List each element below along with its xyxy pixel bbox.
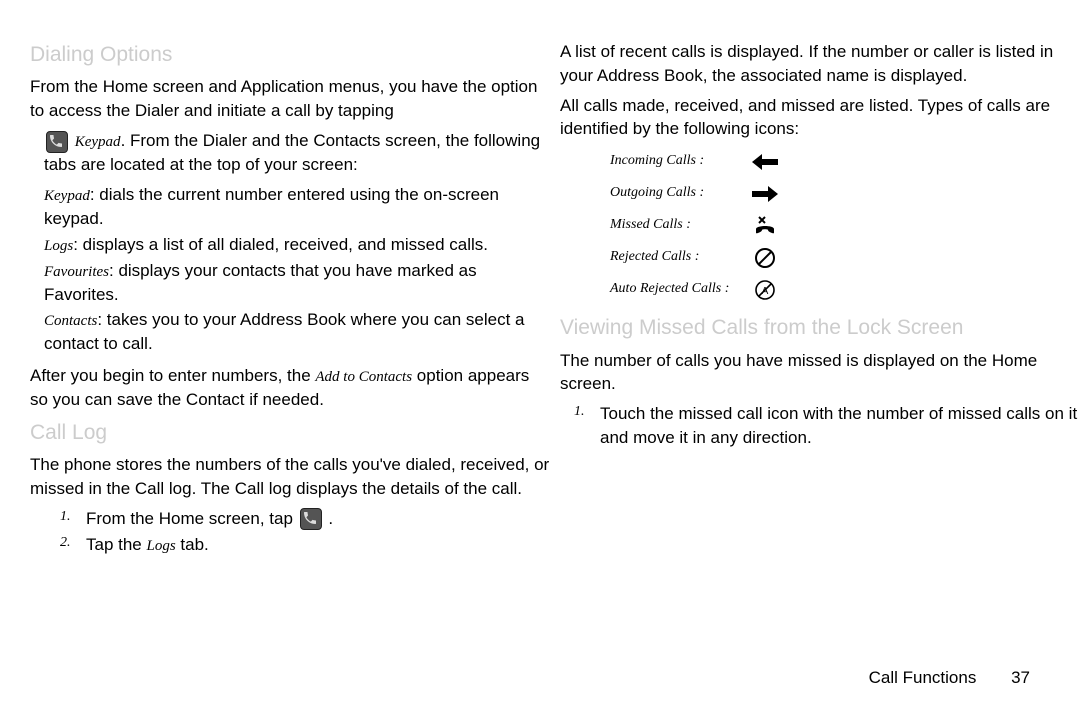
label-missed: Missed Calls : — [610, 215, 750, 235]
heading-dialing-options: Dialing Options — [30, 40, 550, 69]
label-rejected: Rejected Calls : — [610, 247, 750, 267]
left-column: Dialing Options From the Home screen and… — [30, 40, 560, 559]
row-incoming: Incoming Calls : — [610, 147, 1080, 175]
tabs-keypad: Keypad: dials the current number entered… — [44, 183, 550, 231]
keypad-label-inline: Keypad — [75, 134, 121, 150]
step-2b: tab. — [176, 535, 209, 554]
step-1a: From the Home screen, tap — [86, 509, 298, 528]
label-auto-rejected: Auto Rejected Calls : — [610, 279, 750, 299]
tabs-contacts: Contacts: takes you to your Address Book… — [44, 308, 550, 356]
right-step-1-body: Touch the missed call icon with the numb… — [600, 402, 1080, 450]
keypad-line: Keypad. From the Dialer and the Contacts… — [44, 129, 550, 177]
call-log-para: The phone stores the numbers of the call… — [30, 453, 550, 501]
add-to-contacts-label: Add to Contacts — [315, 369, 412, 385]
step-1-body: From the Home screen, tap . — [86, 507, 550, 531]
call-type-icon-list: Incoming Calls : Outgoing Calls : Missed… — [610, 147, 1080, 303]
step-1-num: 1. — [60, 507, 86, 531]
step-1b: . — [328, 509, 333, 528]
row-outgoing: Outgoing Calls : — [610, 179, 1080, 207]
row-missed: Missed Calls : — [610, 211, 1080, 239]
tabs-fav: Favourites: displays your contacts that … — [44, 259, 550, 307]
add-contacts-para: After you begin to enter numbers, the Ad… — [30, 364, 550, 412]
tab-fav-label: Favourites — [44, 264, 109, 280]
tab-logs-desc: : displays a list of all dialed, receive… — [73, 235, 488, 254]
intro-para: From the Home screen and Application men… — [30, 75, 550, 123]
phone-icon — [46, 131, 68, 153]
tabs-logs: Logs: displays a list of all dialed, rec… — [44, 233, 550, 257]
row-auto-rejected: Auto Rejected Calls : A — [610, 275, 1080, 303]
no-entry-icon — [750, 245, 780, 269]
right-step-1: 1. Touch the missed call icon with the n… — [574, 402, 1080, 450]
intro-text: From the Home screen and Application men… — [30, 77, 537, 120]
row-rejected: Rejected Calls : — [610, 243, 1080, 271]
tab-keypad-desc: : dials the current number entered using… — [44, 185, 499, 228]
step-2: 2. Tap the Logs tab. — [60, 533, 550, 557]
step-2-body: Tap the Logs tab. — [86, 533, 550, 557]
step-2-logs: Logs — [147, 538, 176, 554]
tab-fav-desc: : displays your contacts that you have m… — [44, 261, 477, 304]
recent-calls-para: A list of recent calls is displayed. If … — [560, 40, 1080, 88]
step-1: 1. From the Home screen, tap . — [60, 507, 550, 531]
missed-phone-icon — [750, 213, 780, 237]
missed-home-para: The number of calls you have missed is d… — [560, 349, 1080, 397]
footer-page-number: 37 — [1011, 668, 1030, 687]
step-2-num: 2. — [60, 533, 86, 557]
heading-call-log: Call Log — [30, 418, 550, 447]
all-calls-para: All calls made, received, and missed are… — [560, 94, 1080, 142]
right-step-1-num: 1. — [574, 402, 600, 450]
page-footer: Call Functions 37 — [869, 666, 1030, 690]
tab-logs-label: Logs — [44, 238, 73, 254]
heading-viewing-missed: Viewing Missed Calls from the Lock Scree… — [560, 313, 1080, 342]
no-entry-a-icon: A — [750, 277, 780, 301]
arrow-left-icon — [750, 149, 780, 173]
phone-icon — [300, 508, 322, 530]
manual-page: Dialing Options From the Home screen and… — [0, 0, 1080, 720]
label-outgoing: Outgoing Calls : — [610, 183, 750, 203]
right-column: A list of recent calls is displayed. If … — [560, 40, 1080, 559]
tab-contacts-label: Contacts — [44, 313, 97, 329]
arrow-right-icon — [750, 181, 780, 205]
footer-section: Call Functions — [869, 668, 977, 687]
label-incoming: Incoming Calls : — [610, 151, 750, 171]
tab-keypad-label: Keypad — [44, 188, 90, 204]
tab-contacts-desc: : takes you to your Address Book where y… — [44, 310, 524, 353]
step-2a: Tap the — [86, 535, 147, 554]
svg-text:A: A — [762, 286, 769, 297]
p2a: After you begin to enter numbers, the — [30, 366, 315, 385]
